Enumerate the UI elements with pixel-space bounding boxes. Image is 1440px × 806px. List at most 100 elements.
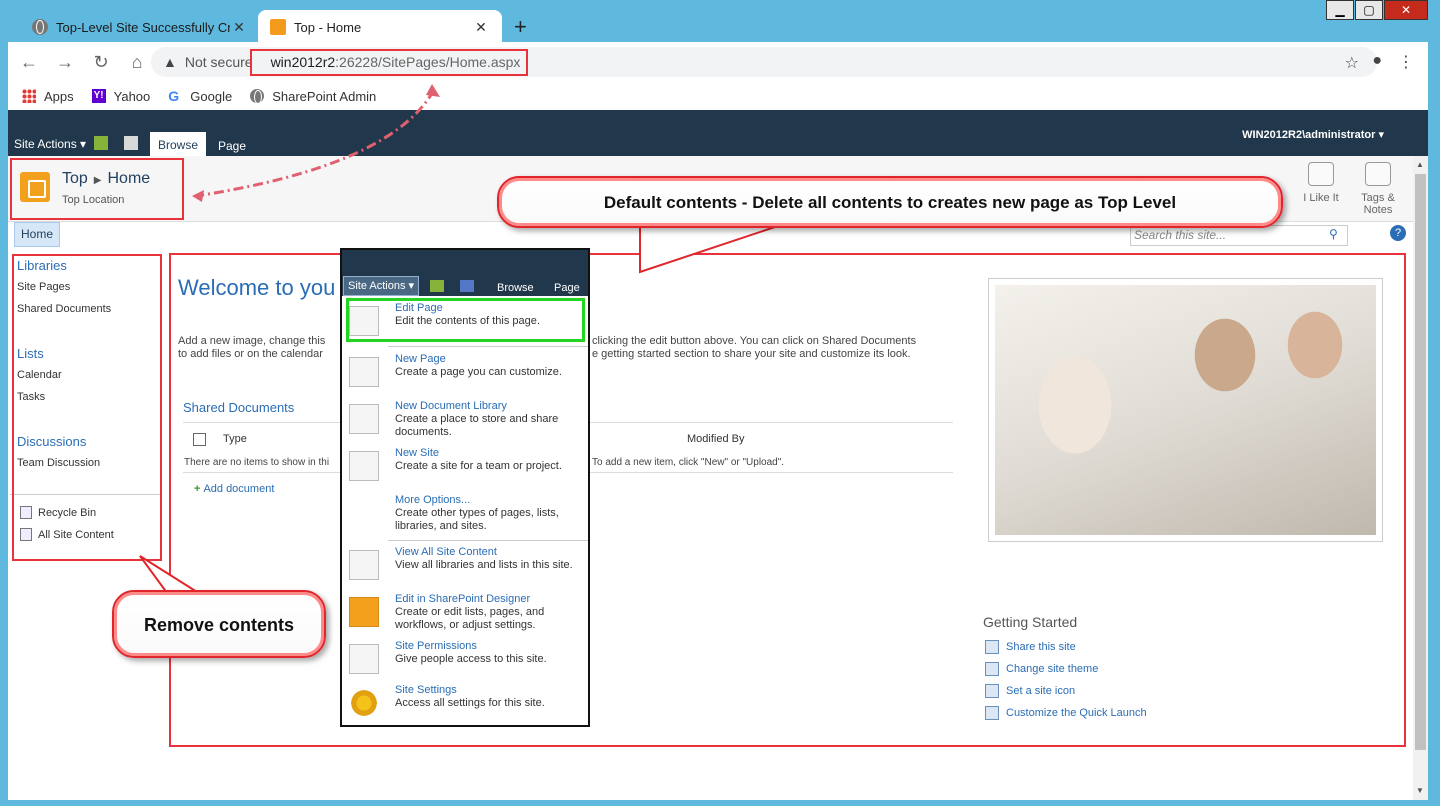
tab-page[interactable]: Page: [218, 139, 246, 153]
edit-icon[interactable]: [460, 280, 474, 292]
window-close-button[interactable]: ✕: [1384, 0, 1428, 20]
tag-icon: [1308, 162, 1334, 186]
tab-title: Top - Home: [294, 19, 362, 35]
bookmark-sharepoint-admin[interactable]: SharePoint Admin: [250, 89, 376, 104]
tab-top-level-site[interactable]: Top-Level Site Successfully Creat ✕: [20, 10, 260, 44]
yahoo-icon: Y!: [91, 89, 106, 103]
intro-text-left-2: to add files or on the calendar: [178, 348, 323, 360]
welcome-image: [988, 278, 1383, 542]
empty-list-text-right: To add a new item, click "New" or "Uploa…: [592, 457, 785, 468]
document-library-icon: [349, 404, 379, 434]
title-highlight-box: [10, 158, 184, 220]
site-actions-button[interactable]: Site Actions ▾: [343, 276, 419, 296]
menu-item-edit-in-sharepoint-designer[interactable]: Edit in SharePoint Designer Create or ed…: [346, 593, 586, 637]
bookmark-apps[interactable]: Apps: [22, 89, 74, 104]
site-actions-menu[interactable]: Site Actions ▾: [14, 137, 86, 151]
bookmark-yahoo[interactable]: Y! Yahoo: [91, 89, 150, 104]
user-menu[interactable]: WIN2012R2\administrator ▾: [1242, 128, 1384, 141]
scrollbar-thumb[interactable]: [1415, 174, 1426, 750]
back-arrow-icon[interactable]: ←: [14, 52, 44, 73]
menu-item-new-document-library[interactable]: New Document Library Create a place to s…: [346, 400, 586, 444]
menu-item-more-options[interactable]: More Options... Create other types of pa…: [346, 494, 586, 538]
callout-default-contents: Default contents - Delete all contents t…: [497, 176, 1283, 228]
navigate-up-icon[interactable]: [94, 136, 108, 150]
url-highlight-box: [250, 49, 528, 76]
menu-tab-page[interactable]: Page: [554, 282, 580, 294]
quick-launch-icon: [985, 706, 999, 720]
maximize-button[interactable]: ▢: [1355, 0, 1383, 20]
minimize-button[interactable]: ▁: [1326, 0, 1354, 20]
shared-documents-title[interactable]: Shared Documents: [183, 400, 294, 415]
new-tab-button[interactable]: +: [514, 14, 527, 40]
change-site-theme-link[interactable]: Change site theme: [985, 662, 1098, 676]
menu-ribbon: Site Actions ▾ Browse Page: [342, 250, 588, 296]
close-icon[interactable]: ✕: [472, 19, 490, 36]
apps-grid-icon: [22, 89, 36, 103]
bookmark-google[interactable]: G Google: [168, 89, 232, 104]
welcome-heading: Welcome to you: [178, 275, 336, 300]
star-icon[interactable]: ☆: [1345, 53, 1359, 73]
scroll-up-arrow-icon[interactable]: ▲: [1416, 160, 1424, 169]
empty-list-text-left: There are no items to show in thi: [184, 457, 330, 468]
nav-home[interactable]: Home: [14, 222, 61, 247]
column-header-modified-by[interactable]: Modified By: [687, 433, 744, 445]
page-scrollbar[interactable]: ▲ ▼: [1413, 156, 1428, 800]
quicklaunch-highlight-box: [12, 254, 162, 561]
security-label: Not secure: [184, 54, 253, 70]
globe-icon: [250, 89, 265, 104]
intro-text-left-1: Add a new image, change this: [178, 335, 326, 347]
ribbon-bar: Site Actions ▾ Browse Page WIN2012R2\adm…: [8, 110, 1428, 156]
site-content-icon: [349, 550, 379, 580]
image-icon: [985, 684, 999, 698]
sharepoint-favicon-icon: [270, 19, 286, 35]
menu-item-site-permissions[interactable]: Site Permissions Give people access to t…: [346, 640, 586, 680]
help-icon[interactable]: ?: [1390, 225, 1406, 241]
intro-text-right-2: e getting started section to share your …: [592, 348, 911, 360]
column-header-type[interactable]: Type: [223, 433, 247, 445]
bookmarks-bar: Apps Y! Yahoo G Google SharePoint Admin: [8, 82, 1428, 110]
tab-title: Top-Level Site Successfully Creat: [56, 19, 230, 35]
new-page-icon: [349, 357, 379, 387]
tags-notes-button[interactable]: Tags & Notes: [1353, 162, 1403, 216]
search-icon[interactable]: ⚲: [1329, 227, 1338, 241]
menu-item-new-page[interactable]: New Page Create a page you can customize…: [346, 353, 586, 397]
people-photo: [995, 285, 1376, 535]
callout-remove-contents: Remove contents: [112, 590, 326, 658]
profile-icon[interactable]: ●: [1372, 52, 1382, 72]
theme-icon: [985, 662, 999, 676]
share-this-site-link[interactable]: Share this site: [985, 640, 1076, 654]
menu-divider: [388, 540, 588, 541]
menu-tab-browse[interactable]: Browse: [497, 282, 534, 294]
browser-toolbar: ← → ↻ ⌂ ▲ Not secure win2012r2:26228/Sit…: [8, 42, 1428, 82]
navigate-up-icon[interactable]: [430, 280, 444, 292]
set-site-icon-link[interactable]: Set a site icon: [985, 684, 1075, 698]
scroll-down-arrow-icon[interactable]: ▼: [1416, 786, 1424, 795]
menu-divider: [388, 346, 588, 347]
forward-arrow-icon[interactable]: →: [50, 52, 80, 73]
globe-icon: [32, 19, 48, 35]
close-icon[interactable]: ✕: [230, 19, 248, 36]
menu-item-site-settings[interactable]: Site Settings Access all settings for th…: [346, 684, 586, 724]
new-site-icon: [349, 451, 379, 481]
gear-icon: [349, 688, 379, 718]
i-like-it-button[interactable]: I Like It: [1296, 162, 1346, 204]
tab-strip: Top-Level Site Successfully Creat ✕ Top …: [8, 0, 1428, 44]
tab-browse[interactable]: Browse: [150, 132, 206, 156]
home-icon[interactable]: ⌂: [122, 52, 152, 73]
select-all-checkbox[interactable]: [193, 433, 206, 446]
share-icon: [985, 640, 999, 654]
tab-top-home[interactable]: Top - Home ✕: [258, 10, 502, 44]
warning-icon: ▲: [163, 54, 177, 70]
search-input[interactable]: Search this site...: [1130, 225, 1348, 246]
toolbar-right: ● ⋮: [1372, 52, 1414, 72]
plus-icon: +: [194, 483, 201, 495]
edit-page-icon[interactable]: [124, 136, 138, 150]
menu-dots-icon[interactable]: ⋮: [1398, 52, 1414, 72]
add-document-link[interactable]: + Add document: [194, 483, 274, 495]
window-controls: ▁ ▢ ✕: [1325, 0, 1428, 20]
menu-item-new-site[interactable]: New Site Create a site for a team or pro…: [346, 447, 586, 491]
menu-item-view-all-site-content[interactable]: View All Site Content View all libraries…: [346, 546, 586, 590]
customize-quick-launch-link[interactable]: Customize the Quick Launch: [985, 706, 1147, 720]
reload-icon[interactable]: ↻: [86, 52, 116, 73]
tools-icon: [349, 597, 379, 627]
